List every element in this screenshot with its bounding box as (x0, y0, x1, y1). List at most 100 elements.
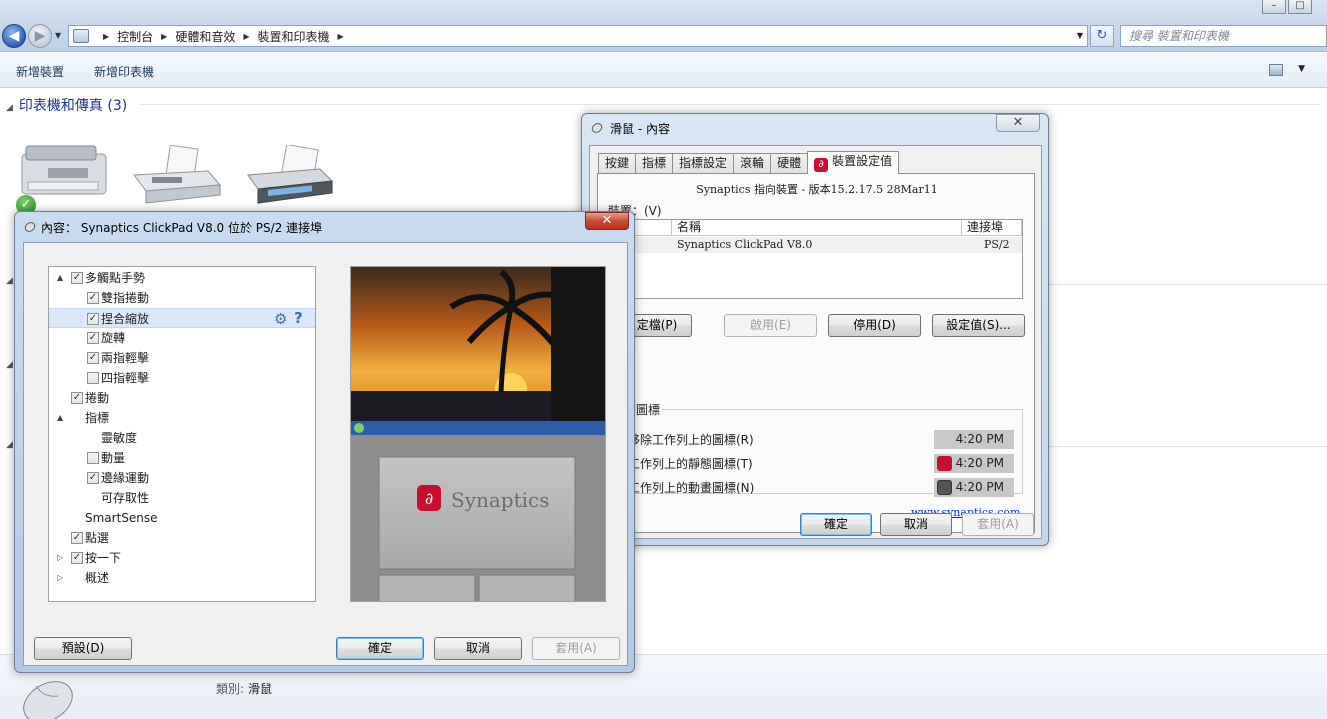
multifunction-printer-icon[interactable] (18, 140, 110, 202)
column-header-port[interactable]: 連接埠 (962, 220, 1022, 236)
tree-item[interactable]: ✓ 捏合縮放 ⚙? (49, 308, 315, 328)
tree-checkbox[interactable]: ✓ (87, 332, 99, 344)
tree-item-label: 兩指輕擊 (101, 351, 150, 365)
default-button[interactable]: 預設(D) (34, 637, 132, 660)
svg-text:∂: ∂ (425, 489, 433, 508)
breadcrumb-control-panel[interactable]: 控制台 (117, 28, 153, 45)
printer-icon[interactable] (240, 145, 336, 207)
tree-checkbox[interactable]: ✓ (87, 313, 99, 325)
tree-checkbox[interactable] (87, 372, 99, 384)
table-row[interactable]: Synaptics ClickPad V8.0 PS/2 (609, 237, 1022, 253)
add-device-button[interactable]: 新增裝置 (16, 63, 64, 80)
minimize-button[interactable]: – (1262, 0, 1286, 14)
view-options-icon[interactable] (1269, 64, 1283, 76)
enable-button[interactable]: 啟用(E) (724, 314, 817, 337)
expand-group-icon[interactable]: ◢ (6, 276, 13, 286)
settings-button[interactable]: 設定值(S)... (932, 314, 1025, 337)
search-input[interactable]: 搜尋 裝置和印表機 (1120, 25, 1327, 47)
tree-item[interactable]: ✓ 捲動 (49, 388, 315, 408)
tab-device-settings[interactable]: ∂ 裝置設定值 (807, 151, 900, 174)
dialog-title: 滑鼠 - 內容 (610, 122, 670, 136)
device-port-cell: PS/2 (984, 238, 1010, 251)
close-button[interactable]: ✕ (585, 212, 629, 230)
tree-checkbox[interactable]: ✓ (87, 352, 99, 364)
tree-checkbox[interactable]: ✓ (87, 292, 99, 304)
tree-item-label: 可存取性 (101, 491, 150, 505)
tree-item[interactable]: 四指輕擊 (49, 368, 315, 388)
tree-checkbox[interactable]: ✓ (71, 552, 83, 564)
address-box[interactable]: ▶ 控制台 ▶ 硬體和音效 ▶ 裝置和印表機 ▶ ▼ (68, 25, 1088, 47)
mouse-device-icon (23, 681, 73, 719)
device-settings-panel: Synaptics 指向裝置 - 版本15.2.17.5 28Mar11 裝置：… (597, 173, 1035, 533)
expand-icon[interactable]: ▷ (57, 568, 63, 588)
expand-group-icon[interactable]: ◢ (6, 440, 13, 450)
tree-checkbox[interactable]: ✓ (71, 272, 83, 284)
collapse-icon[interactable]: ▲ (57, 408, 63, 428)
ok-button[interactable]: 確定 (800, 513, 872, 536)
control-panel-icon (73, 29, 89, 43)
tree-item[interactable]: ▲ ✓ 多觸點手勢 (49, 268, 315, 288)
breadcrumb-devices-printers[interactable]: 裝置和印表機 (258, 28, 330, 45)
tree-item[interactable]: SmartSense (49, 508, 315, 528)
tree-item[interactable]: ▷ ✓ 按一下 (49, 548, 315, 568)
synaptics-logo-icon: ∂ (814, 158, 829, 172)
tray-option-static[interactable]: 工作列上的靜態圖標(T) (628, 455, 753, 472)
cancel-button[interactable]: 取消 (434, 637, 522, 660)
apply-button[interactable]: 套用(A) (962, 513, 1034, 536)
recent-pages-dropdown-icon[interactable]: ▼ (55, 31, 61, 40)
expand-icon[interactable]: ▷ (57, 548, 63, 568)
ok-button[interactable]: 確定 (336, 637, 424, 660)
tab-buttons[interactable]: 按鍵 (598, 153, 637, 174)
tab-pointer-options[interactable]: 指標設定 (672, 153, 735, 174)
maximize-button[interactable]: □ (1288, 0, 1312, 14)
collapse-icon[interactable]: ▲ (57, 268, 63, 288)
tab-pointers[interactable]: 指標 (635, 153, 674, 174)
printers-group-header[interactable]: ◢ 印表機和傳真 (3) (6, 95, 127, 115)
tree-item-label: 雙指捲動 (101, 291, 150, 305)
tree-item[interactable]: ▷ 概述 (49, 568, 315, 588)
fax-printer-icon[interactable] (128, 145, 224, 207)
device-list[interactable]: 目 名稱 連接埠 Synaptics ClickPad V8.0 PS/2 (608, 219, 1023, 299)
tree-item[interactable]: ✓ 旋轉 (49, 328, 315, 348)
close-button[interactable]: ✕ (996, 114, 1040, 132)
tree-item-label: 點選 (85, 531, 110, 545)
column-header-name[interactable]: 名稱 (672, 220, 962, 236)
settings-tree[interactable]: ▲ ✓ 多觸點手勢 ✓ 雙指捲動 ✓ 捏合縮放 ⚙? ✓ 旋轉 ✓ 兩指輕擊 四指輕擊 ✓ 捲動 ▲ 指標 靈敏度… (48, 266, 316, 602)
tree-item[interactable]: ▲ 指標 (49, 408, 315, 428)
tree-item[interactable]: 靈敏度 (49, 428, 315, 448)
tree-item[interactable]: 可存取性 (49, 488, 315, 508)
tree-checkbox[interactable]: ✓ (71, 392, 83, 404)
tree-item[interactable]: ✓ 點選 (49, 528, 315, 548)
add-printer-button[interactable]: 新增印表機 (94, 63, 154, 80)
tree-item[interactable]: ✓ 邊緣運動 (49, 468, 315, 488)
back-button[interactable]: ◀ (2, 24, 26, 48)
tab-wheel[interactable]: 滾輪 (733, 153, 772, 174)
cancel-button[interactable]: 取消 (880, 513, 952, 536)
tree-item[interactable]: ✓ 雙指捲動 (49, 288, 315, 308)
tree-checkbox[interactable]: ✓ (71, 532, 83, 544)
tree-item[interactable]: 動量 (49, 448, 315, 468)
preview-image: ∂ Synaptics (351, 267, 605, 601)
forward-button[interactable]: ▶ (28, 24, 52, 48)
gesture-preview: ∂ Synaptics (350, 266, 606, 602)
tree-item-label: SmartSense (85, 511, 158, 525)
tree-item-label: 靈敏度 (101, 431, 138, 445)
apply-button[interactable]: 套用(A) (532, 637, 620, 660)
tray-option-remove[interactable]: 移除工作列上的圖標(R) (628, 431, 754, 448)
view-dropdown-icon[interactable]: ▼ (1298, 64, 1305, 74)
tab-hardware[interactable]: 硬體 (770, 153, 809, 174)
disable-button[interactable]: 停用(D) (828, 314, 921, 337)
address-dropdown-icon[interactable]: ▼ (1077, 31, 1083, 40)
refresh-button[interactable]: ↻ (1090, 25, 1114, 47)
tray-option-animated[interactable]: 工作列上的動畫圖標(N) (628, 479, 754, 496)
breadcrumb-hardware-sound[interactable]: 硬體和音效 (175, 28, 235, 45)
tree-checkbox[interactable] (87, 452, 99, 464)
tree-item[interactable]: ✓ 兩指輕擊 (49, 348, 315, 368)
tray-preview-static: 4:20 PM (934, 454, 1014, 473)
help-icon[interactable]: ? (294, 308, 303, 328)
synaptics-static-icon (937, 456, 952, 471)
collapse-icon[interactable]: ◢ (6, 103, 13, 113)
expand-group-icon[interactable]: ◢ (6, 360, 13, 370)
tree-checkbox[interactable]: ✓ (87, 472, 99, 484)
gear-icon[interactable]: ⚙ (274, 309, 287, 329)
